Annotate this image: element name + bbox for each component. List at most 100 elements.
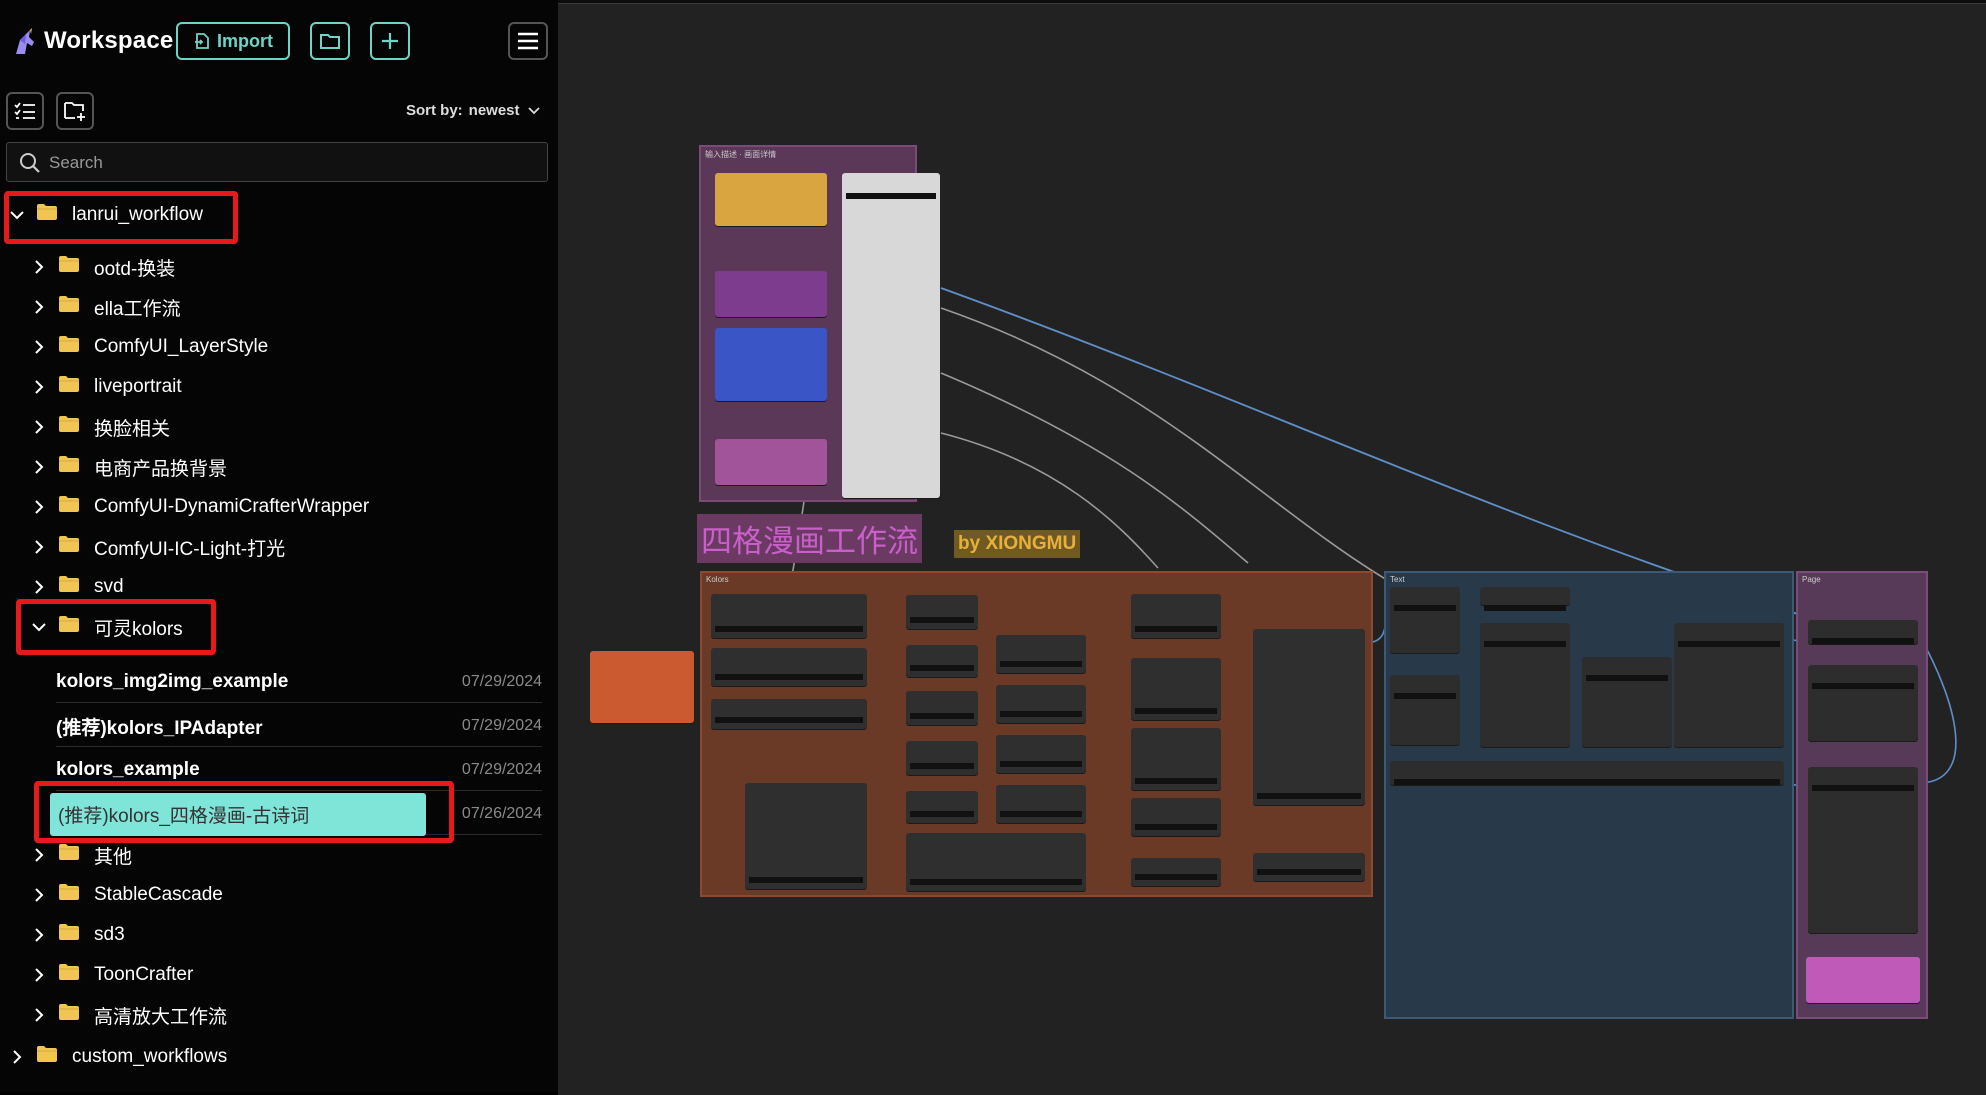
graph-node[interactable]	[1390, 587, 1460, 653]
graph-node[interactable]	[1674, 623, 1784, 747]
import-button[interactable]: Import	[176, 22, 290, 60]
folder-item[interactable]: ComfyUI-DynamiCrafterWrapper	[32, 492, 369, 522]
folder-item[interactable]: ComfyUI-IC-Light-打光	[32, 532, 285, 562]
graph-node[interactable]	[1806, 957, 1920, 1003]
workflow-file[interactable]: (推荐)kolors_IPAdapter 07/29/2024	[56, 706, 542, 747]
chevron-right-icon[interactable]	[32, 1008, 46, 1022]
sort-dropdown[interactable]: Sort by: newest	[406, 102, 540, 119]
folder-label: ComfyUI-DynamiCrafterWrapper	[94, 496, 370, 517]
graph-node[interactable]	[996, 785, 1086, 823]
workflow-file[interactable]: kolors_img2img_example 07/29/2024	[56, 662, 542, 703]
graph-node[interactable]	[745, 783, 867, 889]
folder-item[interactable]: ToonCrafter	[32, 960, 193, 990]
node-widget	[1257, 793, 1361, 799]
graph-node[interactable]	[1131, 658, 1221, 720]
folder-item[interactable]: StableCascade	[32, 880, 223, 910]
graph-node[interactable]	[711, 699, 867, 729]
graph-node[interactable]	[996, 685, 1086, 723]
folder-label: ComfyUI-IC-Light-打光	[94, 538, 286, 560]
new-folder-button[interactable]	[56, 92, 94, 130]
graph-node[interactable]	[1808, 620, 1918, 644]
chevron-right-icon[interactable]	[32, 540, 46, 554]
folder-item[interactable]: liveportrait	[32, 372, 182, 402]
graph-node[interactable]	[906, 741, 978, 775]
graph-node[interactable]	[906, 791, 978, 823]
chevron-right-icon[interactable]	[32, 580, 46, 594]
graph-node[interactable]	[906, 833, 1086, 891]
folder-root[interactable]: lanrui_workflow	[10, 200, 203, 230]
folder-item[interactable]: sd3	[32, 920, 125, 950]
graph-node[interactable]	[1480, 623, 1570, 747]
folder-icon	[58, 335, 80, 359]
workflow-file-selected[interactable]: (推荐)kolors_四格漫画-古诗词 07/26/2024	[50, 792, 542, 836]
graph-node[interactable]	[1480, 587, 1570, 611]
file-date: 07/26/2024	[461, 805, 542, 822]
file-date: 07/29/2024	[461, 673, 542, 690]
folder-item[interactable]: 高清放大工作流	[32, 1000, 227, 1030]
node-widget	[910, 811, 974, 817]
search-input[interactable]	[47, 151, 531, 175]
folder-item[interactable]: ella工作流	[32, 292, 181, 322]
graph-node[interactable]	[1131, 798, 1221, 836]
graph-node[interactable]	[1808, 767, 1918, 933]
folder-root[interactable]: custom_workflows	[10, 1042, 227, 1072]
chevron-right-icon[interactable]	[32, 848, 46, 862]
graph-node[interactable]	[1253, 629, 1365, 805]
folder-item[interactable]: ComfyUI_LayerStyle	[32, 332, 268, 362]
folder-icon	[58, 615, 80, 639]
folder-item[interactable]: 电商产品换背景	[32, 452, 227, 482]
group-label: Page	[1802, 575, 1821, 584]
graph-node[interactable]	[1390, 675, 1460, 745]
graph-node[interactable]	[715, 439, 827, 485]
graph-node[interactable]	[996, 735, 1086, 773]
graph-node[interactable]	[906, 691, 978, 725]
menu-button[interactable]	[508, 22, 548, 60]
graph-node[interactable]	[842, 173, 940, 498]
graph-node[interactable]	[996, 635, 1086, 673]
chevron-right-icon[interactable]	[32, 420, 46, 434]
graph-node[interactable]	[1253, 853, 1365, 881]
graph-node[interactable]	[1131, 728, 1221, 790]
new-workflow-button[interactable]	[370, 22, 410, 60]
node-widget	[846, 193, 936, 199]
graph-node[interactable]	[906, 645, 978, 677]
chevron-right-icon[interactable]	[32, 968, 46, 982]
folder-item[interactable]: ootd-换装	[32, 252, 175, 282]
graph-node[interactable]	[711, 648, 867, 686]
graph-node[interactable]	[590, 651, 694, 723]
chevron-right-icon[interactable]	[10, 1050, 24, 1064]
workflow-title: 四格漫画工作流	[697, 514, 922, 563]
chevron-down-icon[interactable]	[10, 208, 24, 222]
graph-node[interactable]	[715, 173, 827, 226]
chevron-right-icon[interactable]	[32, 500, 46, 514]
graph-node[interactable]	[1582, 657, 1672, 747]
graph-node[interactable]	[715, 328, 827, 401]
folder-item[interactable]: 换脸相关	[32, 412, 170, 442]
file-date: 07/29/2024	[461, 717, 542, 734]
graph-node[interactable]	[1131, 858, 1221, 886]
folder-open[interactable]: 可灵kolors	[32, 612, 183, 642]
graph-node[interactable]	[1131, 594, 1221, 638]
folder-item[interactable]: svd	[32, 572, 124, 602]
chevron-right-icon[interactable]	[32, 928, 46, 942]
multi-select-button[interactable]	[6, 92, 44, 130]
folder-item[interactable]: 其他	[32, 840, 132, 870]
workflow-canvas[interactable]: 输入描述 · 画面详情 四格漫画工作流 by XIONGMU Kolors Text Pa…	[558, 0, 1986, 1095]
graph-node[interactable]	[906, 595, 978, 629]
folder-label: svd	[94, 576, 124, 597]
chevron-right-icon[interactable]	[32, 300, 46, 314]
chevron-right-icon[interactable]	[32, 260, 46, 274]
chevron-right-icon[interactable]	[32, 380, 46, 394]
open-folder-button[interactable]	[310, 22, 350, 60]
graph-node[interactable]	[715, 271, 827, 317]
graph-node[interactable]	[1808, 665, 1918, 741]
folder-label: 可灵kolors	[94, 618, 183, 640]
chevron-right-icon[interactable]	[32, 340, 46, 354]
graph-node[interactable]	[1390, 761, 1784, 785]
chevron-right-icon[interactable]	[32, 460, 46, 474]
graph-node[interactable]	[711, 594, 867, 638]
hamburger-menu-icon	[518, 32, 538, 50]
chevron-down-icon[interactable]	[32, 620, 46, 634]
workflow-file[interactable]: kolors_example 07/29/2024	[56, 750, 542, 791]
chevron-right-icon[interactable]	[32, 888, 46, 902]
